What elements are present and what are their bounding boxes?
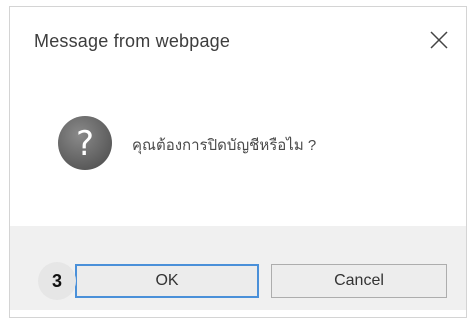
cancel-button[interactable]: Cancel xyxy=(271,264,447,298)
dialog-title: Message from webpage xyxy=(34,31,231,51)
close-button[interactable] xyxy=(426,27,452,53)
close-icon xyxy=(426,27,452,53)
question-icon: ? xyxy=(56,114,114,172)
dialog-message: คุณต้องการปิดบัญชีหรือไม ? xyxy=(132,137,317,154)
svg-text:?: ? xyxy=(76,124,94,164)
step-number-badge: 3 xyxy=(38,262,76,300)
ok-button[interactable]: OK xyxy=(75,264,259,298)
